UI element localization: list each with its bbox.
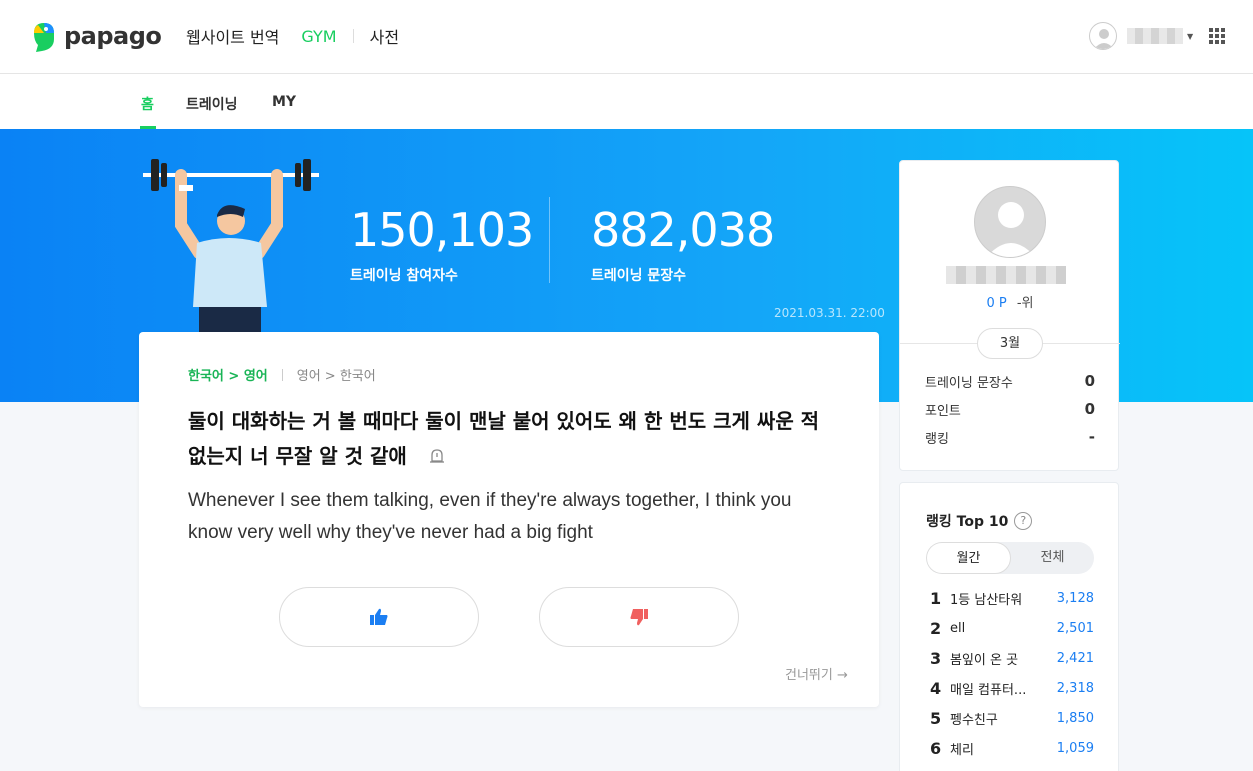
profile-name-blurred bbox=[946, 266, 1066, 284]
help-icon[interactable]: ? bbox=[1014, 512, 1033, 530]
rank-number: 6 bbox=[930, 739, 942, 758]
nav-divider bbox=[352, 29, 354, 43]
dislike-button[interactable] bbox=[539, 587, 739, 647]
rank-score: 2,421 bbox=[1056, 651, 1094, 666]
rank-number: 5 bbox=[930, 709, 942, 728]
rank-score: 2,501 bbox=[1056, 621, 1094, 636]
ranking-panel: 랭킹 Top 10 ? 월간 전체 1 1등 남산타워 3,128 2 ell … bbox=[899, 482, 1119, 771]
training-card: 한국어 > 영어 영어 > 한국어 둘이 대화하는 거 볼 때마다 둘이 맨날 … bbox=[139, 332, 879, 707]
lang-en-ko[interactable]: 영어 > 한국어 bbox=[297, 365, 376, 384]
rank-value: -위 bbox=[1016, 296, 1034, 311]
user-name-blurred bbox=[1127, 28, 1183, 44]
rank-number: 2 bbox=[930, 619, 942, 638]
ranking-title: 랭킹 Top 10 ? bbox=[926, 511, 1033, 531]
user-avatar-icon bbox=[1089, 22, 1117, 50]
ranking-row[interactable]: 3 봄잎이 온 곳 2,421 bbox=[930, 649, 1094, 668]
stat-label: 트레이닝 문장수 bbox=[925, 376, 1013, 391]
lang-divider bbox=[281, 368, 283, 381]
ranking-title-text: 랭킹 Top 10 bbox=[926, 514, 1009, 530]
sub-nav: 홈 트레이닝 MY bbox=[0, 74, 1253, 129]
lang-ko-en[interactable]: 한국어 > 영어 bbox=[188, 365, 268, 384]
rank-number: 3 bbox=[930, 649, 942, 668]
stat-row-sentences: 트레이닝 문장수 0 bbox=[925, 372, 1095, 391]
stat-value: - bbox=[1088, 428, 1095, 446]
rank-name: 펭수친구 bbox=[950, 713, 998, 728]
caret-down-icon: ▼ bbox=[1187, 31, 1194, 41]
segment-monthly[interactable]: 월간 bbox=[926, 542, 1011, 574]
updated-timestamp: 2021.03.31. 22:00 bbox=[774, 306, 885, 320]
rank-name: 체리 bbox=[950, 743, 974, 758]
stat-row-points: 포인트 0 bbox=[925, 400, 1095, 419]
rank-number: 4 bbox=[930, 679, 942, 698]
sentences-label: 트레이닝 문장수 bbox=[591, 268, 687, 284]
source-sentence: 둘이 대화하는 거 볼 때마다 둘이 맨날 붙어 있어도 왜 한 번도 크게 싸… bbox=[188, 404, 828, 474]
participants-stat: 150,103 트레이닝 참여자수 bbox=[350, 203, 534, 285]
rank-name: 1등 남산타워 bbox=[950, 593, 1023, 608]
stat-value: 0 bbox=[1084, 400, 1095, 418]
like-button[interactable] bbox=[279, 587, 479, 647]
thumbs-down-icon bbox=[630, 609, 648, 626]
tab-my[interactable]: MY bbox=[272, 94, 296, 110]
papago-parrot-icon bbox=[34, 23, 54, 52]
rank-score: 2,318 bbox=[1056, 681, 1094, 696]
rank-name: ell bbox=[950, 621, 966, 636]
ranking-row[interactable]: 4 매일 컴퓨터... 2,318 bbox=[930, 679, 1094, 698]
apps-grid-icon[interactable] bbox=[1209, 28, 1225, 44]
ranking-period-toggle: 월간 전체 bbox=[926, 542, 1094, 574]
nav-website-translate[interactable]: 웹사이트 번역 bbox=[186, 24, 279, 48]
nav-dictionary[interactable]: 사전 bbox=[370, 24, 399, 48]
segment-all[interactable]: 전체 bbox=[1011, 542, 1094, 574]
stat-label: 포인트 bbox=[925, 404, 961, 419]
ranking-row[interactable]: 1 1등 남산타워 3,128 bbox=[930, 589, 1094, 608]
participants-label: 트레이닝 참여자수 bbox=[350, 268, 458, 284]
rank-score: 1,059 bbox=[1056, 741, 1094, 756]
profile-points: 0 P -위 bbox=[900, 292, 1120, 311]
stat-value: 0 bbox=[1084, 372, 1095, 390]
participants-value: 150,103 bbox=[350, 203, 534, 257]
top-header: papago 웹사이트 번역 GYM 사전 ▼ bbox=[0, 0, 1253, 74]
ranking-row[interactable]: 5 펭수친구 1,850 bbox=[930, 709, 1094, 728]
translation-text: Whenever I see them talking, even if the… bbox=[188, 490, 792, 543]
profile-panel: 0 P -위 3월 트레이닝 문장수 0 포인트 0 랭킹 - bbox=[899, 160, 1120, 471]
rank-score: 3,128 bbox=[1056, 591, 1094, 606]
source-text: 둘이 대화하는 거 볼 때마다 둘이 맨날 붙어 있어도 왜 한 번도 크게 싸… bbox=[188, 409, 820, 468]
nav-gym[interactable]: GYM bbox=[301, 27, 336, 46]
stat-label: 랭킹 bbox=[925, 432, 949, 447]
stat-row-ranking: 랭킹 - bbox=[925, 428, 1095, 447]
papago-logo[interactable]: papago bbox=[32, 18, 162, 54]
profile-avatar-icon bbox=[974, 186, 1046, 258]
rank-score: 1,850 bbox=[1056, 711, 1094, 726]
language-toggle: 한국어 > 영어 영어 > 한국어 bbox=[188, 365, 376, 384]
skip-button[interactable]: 건너뛰기 → bbox=[785, 664, 848, 683]
sentences-stat: 882,038 트레이닝 문장수 bbox=[591, 203, 775, 285]
weightlifter-illustration bbox=[143, 159, 319, 335]
ranking-row[interactable]: 2 ell 2,501 bbox=[930, 619, 1094, 638]
month-selector[interactable]: 3월 bbox=[977, 328, 1043, 359]
rank-name: 봄잎이 온 곳 bbox=[950, 653, 1019, 668]
top-nav: 웹사이트 번역 GYM 사전 bbox=[186, 24, 399, 48]
user-menu[interactable]: ▼ bbox=[1089, 22, 1193, 50]
logo-text: papago bbox=[64, 22, 162, 50]
rank-number: 1 bbox=[930, 589, 942, 608]
sentences-value: 882,038 bbox=[591, 203, 775, 257]
points-value: 0 P bbox=[986, 296, 1007, 311]
tab-home[interactable]: 홈 bbox=[141, 94, 154, 114]
hero-divider bbox=[549, 197, 550, 283]
report-icon[interactable] bbox=[428, 447, 446, 465]
thumbs-up-icon bbox=[370, 608, 388, 625]
tab-training[interactable]: 트레이닝 bbox=[186, 94, 238, 114]
rank-name: 매일 컴퓨터... bbox=[950, 683, 1027, 698]
ranking-row[interactable]: 6 체리 1,059 bbox=[930, 739, 1094, 758]
